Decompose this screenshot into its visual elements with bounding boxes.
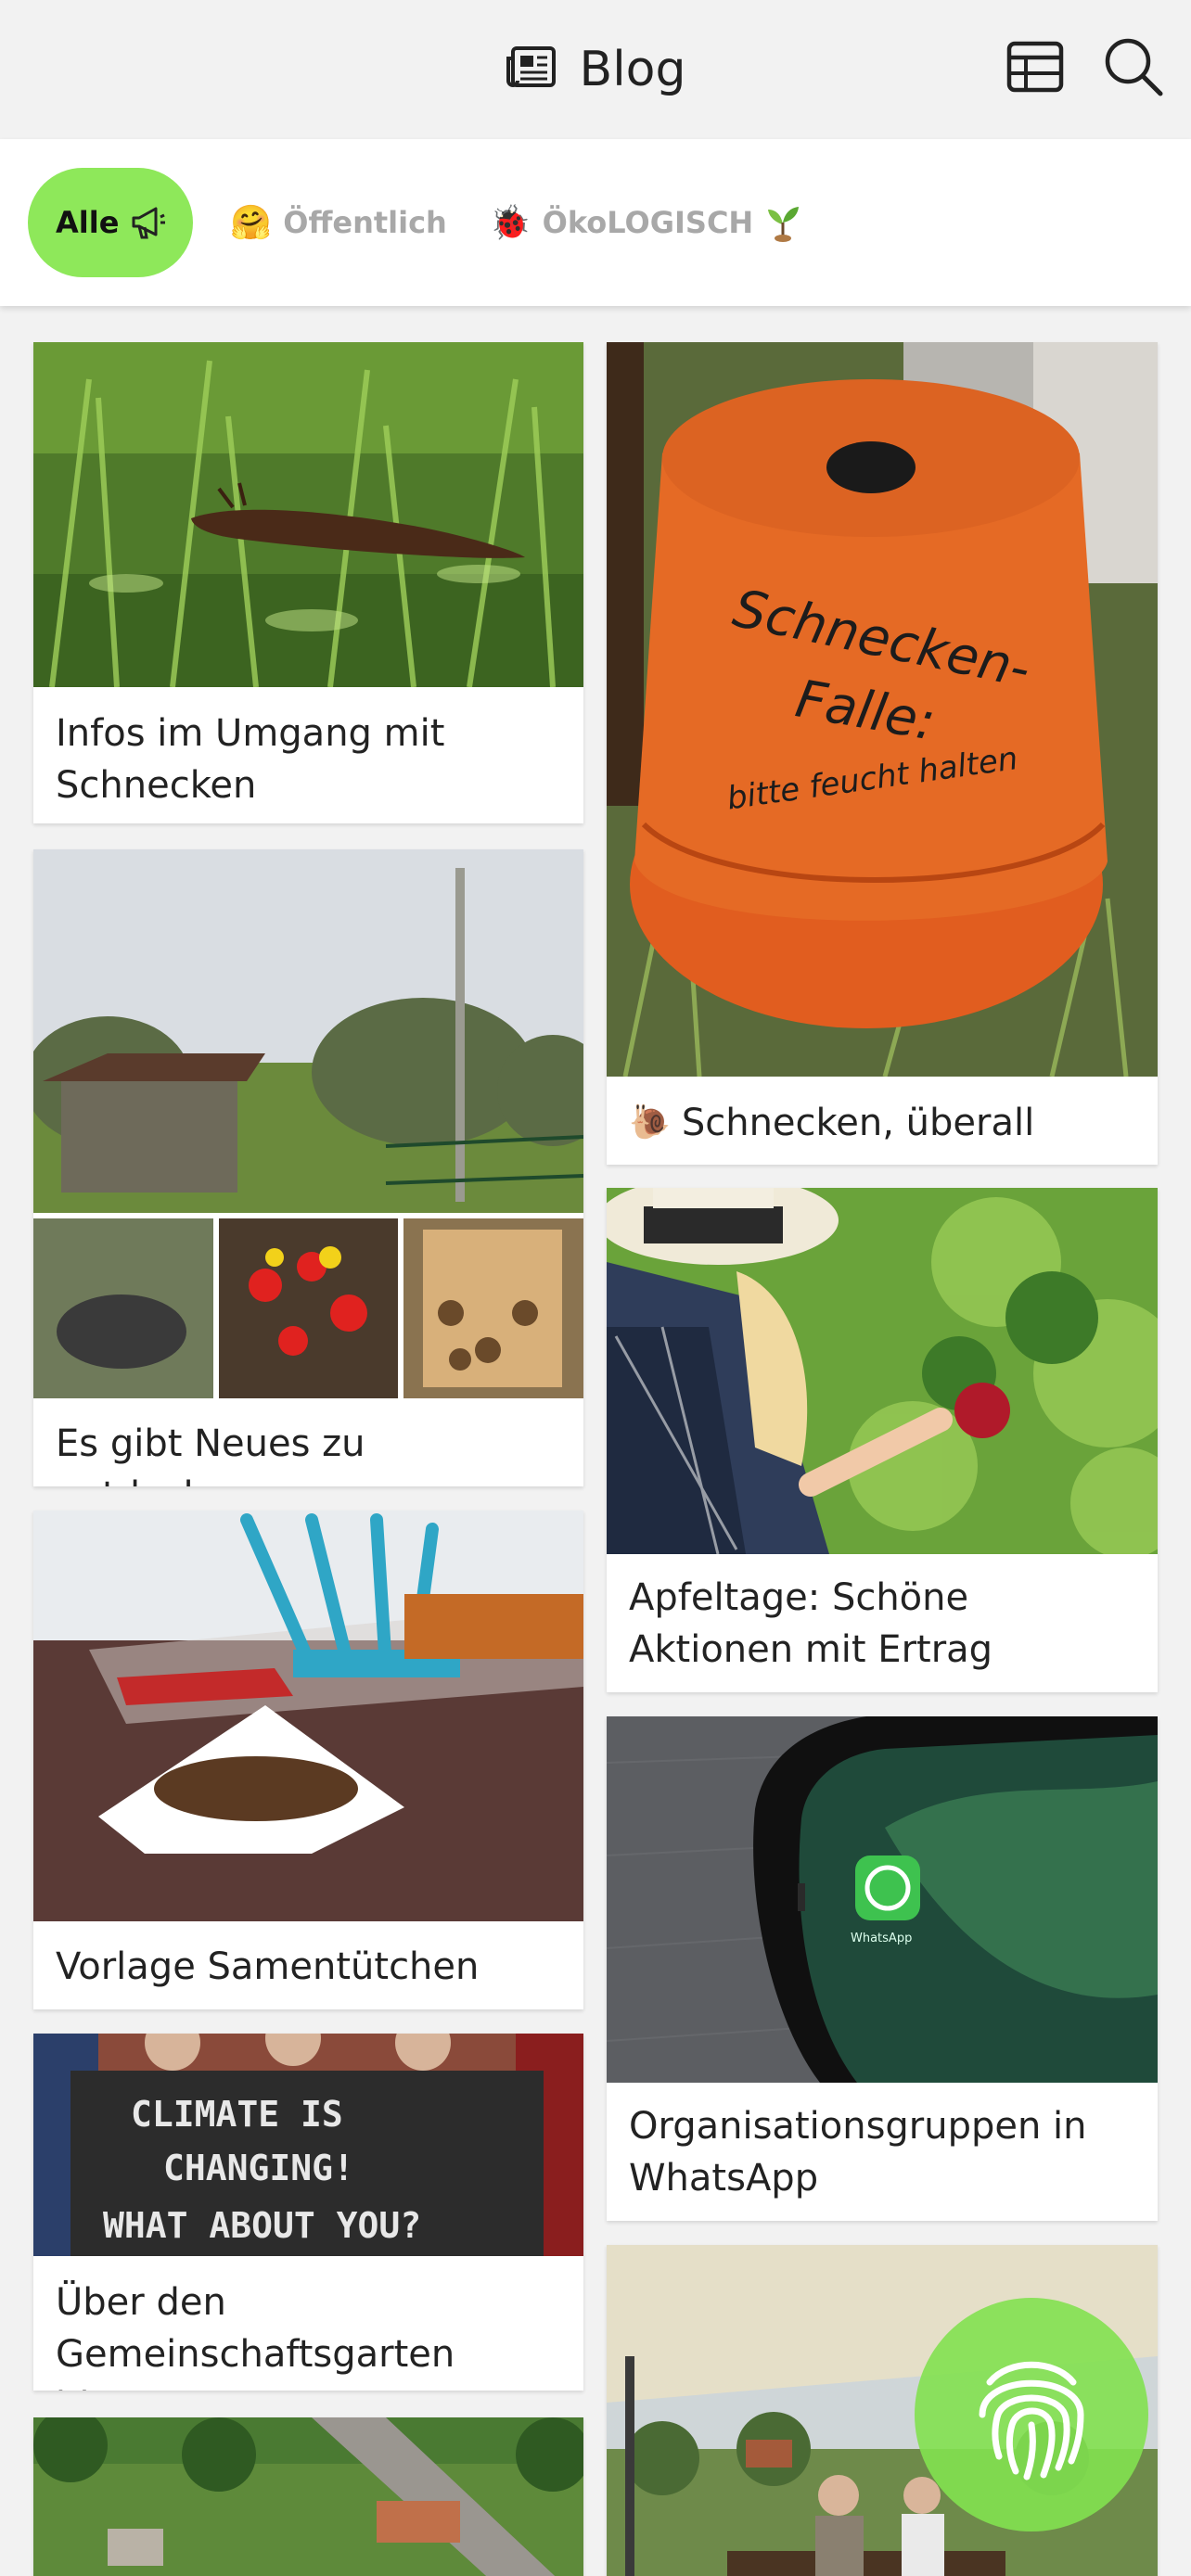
- post-title: Infos im Umgang mit Schnecken: [56, 712, 445, 807]
- post-card-apfeltage[interactable]: Apfeltage: Schöne Aktionen mit Ertrag: [607, 1188, 1158, 1692]
- sign-text-line-3: WHAT ABOUT YOU?: [103, 2205, 421, 2246]
- filter-label-oeffentlich: Öffentlich: [283, 205, 447, 240]
- search-button[interactable]: [1104, 37, 1163, 96]
- post-card-neues-entdecken[interactable]: Es gibt Neues zu entdecken: [33, 849, 583, 1486]
- newspaper-icon: [506, 45, 557, 95]
- post-title: Organisationsgruppen in WhatsApp: [629, 2105, 1087, 2200]
- post-card-whatsapp-gruppen[interactable]: WhatsApp Organisationsgruppen in WhatsAp…: [607, 1716, 1158, 2221]
- post-title: Es gibt Neues zu entdecken: [56, 1422, 365, 1486]
- post-title: Über den Gemeinschaftsgarten hinaus: [56, 2281, 455, 2391]
- post-image-slug-in-grass: [33, 342, 583, 687]
- sign-text-line-2: CHANGING!: [163, 2148, 354, 2188]
- post-card-schnecken-infos[interactable]: Infos im Umgang mit Schnecken: [33, 342, 583, 823]
- hugging-face-icon: 🤗: [230, 204, 273, 242]
- post-image-snail-trap-pot: Schnecken- Falle: bitte feucht halten: [607, 342, 1158, 1077]
- app-label: WhatsApp: [851, 1932, 912, 1945]
- post-card-gemeinschaftsgarten[interactable]: CLIMATE IS CHANGING! WHAT ABOUT YOU? Übe…: [33, 2034, 583, 2391]
- post-title: Schnecken, überall: [681, 1102, 1035, 1144]
- ladybug-icon: 🐞: [489, 204, 531, 242]
- filter-label-alle: Alle: [56, 205, 120, 240]
- filter-label-oekologisch: ÖkoLOGISCH: [542, 205, 754, 240]
- post-image-apple-harvest: [607, 1188, 1158, 1554]
- header-actions: [1005, 37, 1163, 96]
- post-image-climate-sign: CLIMATE IS CHANGING! WHAT ABOUT YOU?: [33, 2034, 583, 2256]
- fingerprint-icon: [979, 2361, 1084, 2480]
- snail-icon: 🐌: [629, 1103, 671, 1141]
- filter-chip-alle[interactable]: Alle: [28, 168, 194, 277]
- filter-chip-oekologisch[interactable]: 🐞 ÖkoLOGISCH: [484, 168, 807, 277]
- table-view-button[interactable]: [1005, 37, 1065, 96]
- post-card-schnecken-ueberall[interactable]: Schnecken- Falle: bitte feucht halten 🐌 …: [607, 342, 1158, 1165]
- post-image-aerial-view: [33, 2417, 583, 2576]
- fingerprint-fab-button[interactable]: [915, 2298, 1148, 2531]
- post-image-seed-bag: [33, 1511, 583, 1921]
- megaphone-icon: [132, 207, 166, 239]
- post-title: Apfeltage: Schöne Aktionen mit Ertrag: [629, 1576, 993, 1671]
- app-header: Blog: [0, 0, 1191, 139]
- seedling-icon: [768, 207, 800, 242]
- table-view-icon: [1006, 41, 1064, 93]
- header-title-group: Blog: [506, 42, 686, 97]
- post-card-aerial-garden[interactable]: [33, 2417, 583, 2576]
- post-title: Vorlage Samentütchen: [56, 1945, 480, 1988]
- filter-chip-oeffentlich[interactable]: 🤗 Öffentlich: [224, 168, 452, 277]
- post-title-row: 🐌 Schnecken, überall: [629, 1097, 1139, 1149]
- post-image-garden-collage: [33, 849, 583, 1398]
- category-filter-bar: Alle 🤗 Öffentlich 🐞 ÖkoLOGISCH: [0, 139, 1191, 306]
- page-title: Blog: [579, 42, 686, 97]
- sign-text-line-1: CLIMATE IS: [131, 2094, 343, 2135]
- post-image-smartphone: WhatsApp: [607, 1716, 1158, 2083]
- post-card-samentuetchen[interactable]: Vorlage Samentütchen: [33, 1511, 583, 2009]
- search-icon: [1105, 38, 1163, 96]
